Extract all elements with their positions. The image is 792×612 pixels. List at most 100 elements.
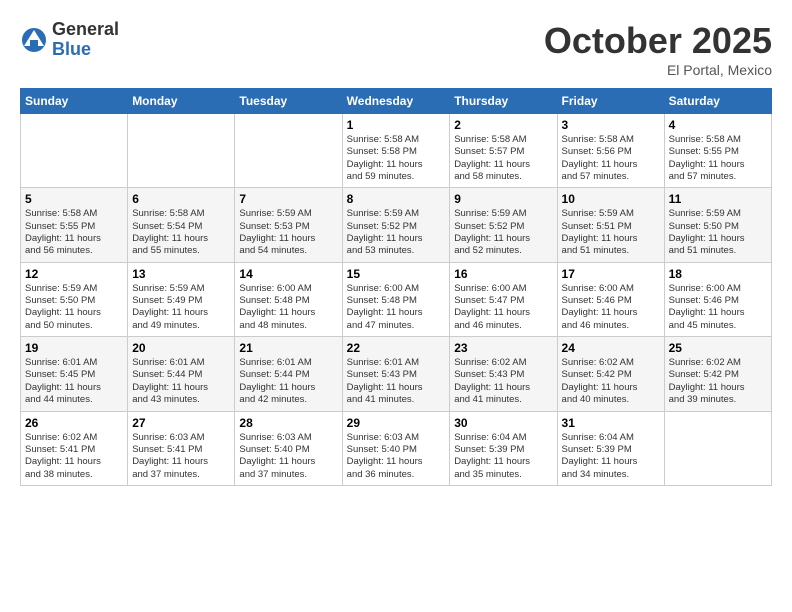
day-number: 15 [347,267,446,281]
weekday-header: Friday [557,89,664,114]
logo-icon [20,26,48,54]
calendar-cell: 27Sunrise: 6:03 AM Sunset: 5:41 PM Dayli… [128,411,235,485]
day-info: Sunrise: 5:59 AM Sunset: 5:52 PM Dayligh… [454,208,552,257]
day-info: Sunrise: 5:58 AM Sunset: 5:55 PM Dayligh… [25,208,123,257]
weekday-header: Tuesday [235,89,342,114]
day-number: 25 [669,341,767,355]
calendar-cell: 1 Sunrise: 5:58 AM Sunset: 5:58 PM Daylig… [342,114,450,188]
calendar-cell: 25 Sunrise: 6:02 AM Sunset: 5:42 PM Dayli… [664,337,771,411]
day-number: 2 [454,118,552,132]
day-info: Sunrise: 5:59 AM Sunset: 5:49 PM Dayligh… [132,283,230,332]
calendar-week-row: 19Sunrise: 6:01 AM Sunset: 5:45 PM Dayli… [21,337,772,411]
day-info: Sunrise: 6:04 AM Sunset: 5:39 PM Dayligh… [454,432,552,481]
day-number: 1 [347,118,446,132]
calendar-cell: 3Sunrise: 5:58 AM Sunset: 5:56 PM Daylig… [557,114,664,188]
calendar-cell: 24Sunrise: 6:02 AM Sunset: 5:42 PM Dayli… [557,337,664,411]
day-number: 4 [669,118,767,132]
day-info: Sunrise: 5:59 AM Sunset: 5:51 PM Dayligh… [562,208,660,257]
calendar-cell: 20Sunrise: 6:01 AM Sunset: 5:44 PM Dayli… [128,337,235,411]
calendar-cell: 9 Sunrise: 5:59 AM Sunset: 5:52 PM Daylig… [450,188,557,262]
day-number: 26 [25,416,123,430]
day-info: Sunrise: 6:01 AM Sunset: 5:43 PM Dayligh… [347,357,446,406]
day-number: 29 [347,416,446,430]
calendar-cell: 23 Sunrise: 6:02 AM Sunset: 5:43 PM Dayli… [450,337,557,411]
calendar-cell: 2 Sunrise: 5:58 AM Sunset: 5:57 PM Daylig… [450,114,557,188]
day-number: 14 [239,267,337,281]
day-number: 31 [562,416,660,430]
calendar-cell: 7 Sunrise: 5:59 AM Sunset: 5:53 PM Daylig… [235,188,342,262]
location: El Portal, Mexico [544,62,772,78]
day-number: 3 [562,118,660,132]
calendar-cell: 21Sunrise: 6:01 AM Sunset: 5:44 PM Dayli… [235,337,342,411]
day-info: Sunrise: 6:00 AM Sunset: 5:48 PM Dayligh… [347,283,446,332]
day-number: 30 [454,416,552,430]
calendar-cell [664,411,771,485]
day-info: Sunrise: 6:02 AM Sunset: 5:41 PM Dayligh… [25,432,123,481]
day-info: Sunrise: 5:59 AM Sunset: 5:50 PM Dayligh… [669,208,767,257]
month-title: October 2025 [544,20,772,62]
weekday-header: Thursday [450,89,557,114]
calendar-cell: 29 Sunrise: 6:03 AM Sunset: 5:40 PM Dayli… [342,411,450,485]
day-number: 11 [669,192,767,206]
day-number: 7 [239,192,337,206]
day-number: 16 [454,267,552,281]
day-number: 18 [669,267,767,281]
day-info: Sunrise: 6:00 AM Sunset: 5:48 PM Dayligh… [239,283,337,332]
calendar-cell: 14 Sunrise: 6:00 AM Sunset: 5:48 PM Dayli… [235,262,342,336]
day-info: Sunrise: 5:59 AM Sunset: 5:52 PM Dayligh… [347,208,446,257]
calendar-cell: 18 Sunrise: 6:00 AM Sunset: 5:46 PM Dayli… [664,262,771,336]
weekday-header: Sunday [21,89,128,114]
calendar-week-row: 5 Sunrise: 5:58 AM Sunset: 5:55 PM Daylig… [21,188,772,262]
day-info: Sunrise: 6:01 AM Sunset: 5:45 PM Dayligh… [25,357,123,406]
calendar-cell: 8Sunrise: 5:59 AM Sunset: 5:52 PM Daylig… [342,188,450,262]
day-info: Sunrise: 6:02 AM Sunset: 5:43 PM Dayligh… [454,357,552,406]
day-number: 24 [562,341,660,355]
day-number: 5 [25,192,123,206]
calendar-cell [235,114,342,188]
calendar-cell: 17 Sunrise: 6:00 AM Sunset: 5:46 PM Dayli… [557,262,664,336]
title-block: October 2025 El Portal, Mexico [544,20,772,78]
day-number: 13 [132,267,230,281]
calendar-cell: 30 Sunrise: 6:04 AM Sunset: 5:39 PM Dayli… [450,411,557,485]
calendar-cell: 15 Sunrise: 6:00 AM Sunset: 5:48 PM Dayli… [342,262,450,336]
day-info: Sunrise: 6:02 AM Sunset: 5:42 PM Dayligh… [669,357,767,406]
calendar-table: SundayMondayTuesdayWednesdayThursdayFrid… [20,88,772,486]
logo-blue-text: Blue [52,40,119,60]
calendar-cell: 11 Sunrise: 5:59 AM Sunset: 5:50 PM Dayli… [664,188,771,262]
day-info: Sunrise: 5:59 AM Sunset: 5:50 PM Dayligh… [25,283,123,332]
calendar-cell: 26 Sunrise: 6:02 AM Sunset: 5:41 PM Dayli… [21,411,128,485]
day-info: Sunrise: 6:00 AM Sunset: 5:47 PM Dayligh… [454,283,552,332]
day-number: 6 [132,192,230,206]
logo-general-text: General [52,20,119,40]
calendar-week-row: 1 Sunrise: 5:58 AM Sunset: 5:58 PM Daylig… [21,114,772,188]
calendar-cell [21,114,128,188]
calendar-cell: 16 Sunrise: 6:00 AM Sunset: 5:47 PM Dayli… [450,262,557,336]
day-info: Sunrise: 6:00 AM Sunset: 5:46 PM Dayligh… [562,283,660,332]
day-number: 22 [347,341,446,355]
calendar-cell: 4 Sunrise: 5:58 AM Sunset: 5:55 PM Daylig… [664,114,771,188]
day-number: 20 [132,341,230,355]
calendar-cell: 22 Sunrise: 6:01 AM Sunset: 5:43 PM Dayli… [342,337,450,411]
calendar-cell: 28Sunrise: 6:03 AM Sunset: 5:40 PM Dayli… [235,411,342,485]
calendar-cell: 13 Sunrise: 5:59 AM Sunset: 5:49 PM Dayli… [128,262,235,336]
day-info: Sunrise: 6:00 AM Sunset: 5:46 PM Dayligh… [669,283,767,332]
day-number: 9 [454,192,552,206]
day-info: Sunrise: 5:58 AM Sunset: 5:57 PM Dayligh… [454,134,552,183]
day-number: 21 [239,341,337,355]
day-info: Sunrise: 6:03 AM Sunset: 5:41 PM Dayligh… [132,432,230,481]
calendar-cell [128,114,235,188]
calendar-cell: 6Sunrise: 5:58 AM Sunset: 5:54 PM Daylig… [128,188,235,262]
logo: General Blue [20,20,119,60]
calendar-week-row: 26 Sunrise: 6:02 AM Sunset: 5:41 PM Dayli… [21,411,772,485]
day-info: Sunrise: 5:59 AM Sunset: 5:53 PM Dayligh… [239,208,337,257]
day-number: 23 [454,341,552,355]
calendar-cell: 5 Sunrise: 5:58 AM Sunset: 5:55 PM Daylig… [21,188,128,262]
day-info: Sunrise: 6:03 AM Sunset: 5:40 PM Dayligh… [347,432,446,481]
calendar-cell: 10 Sunrise: 5:59 AM Sunset: 5:51 PM Dayli… [557,188,664,262]
calendar-week-row: 12Sunrise: 5:59 AM Sunset: 5:50 PM Dayli… [21,262,772,336]
day-number: 10 [562,192,660,206]
weekday-header: Wednesday [342,89,450,114]
day-number: 17 [562,267,660,281]
day-info: Sunrise: 5:58 AM Sunset: 5:55 PM Dayligh… [669,134,767,183]
day-info: Sunrise: 5:58 AM Sunset: 5:58 PM Dayligh… [347,134,446,183]
